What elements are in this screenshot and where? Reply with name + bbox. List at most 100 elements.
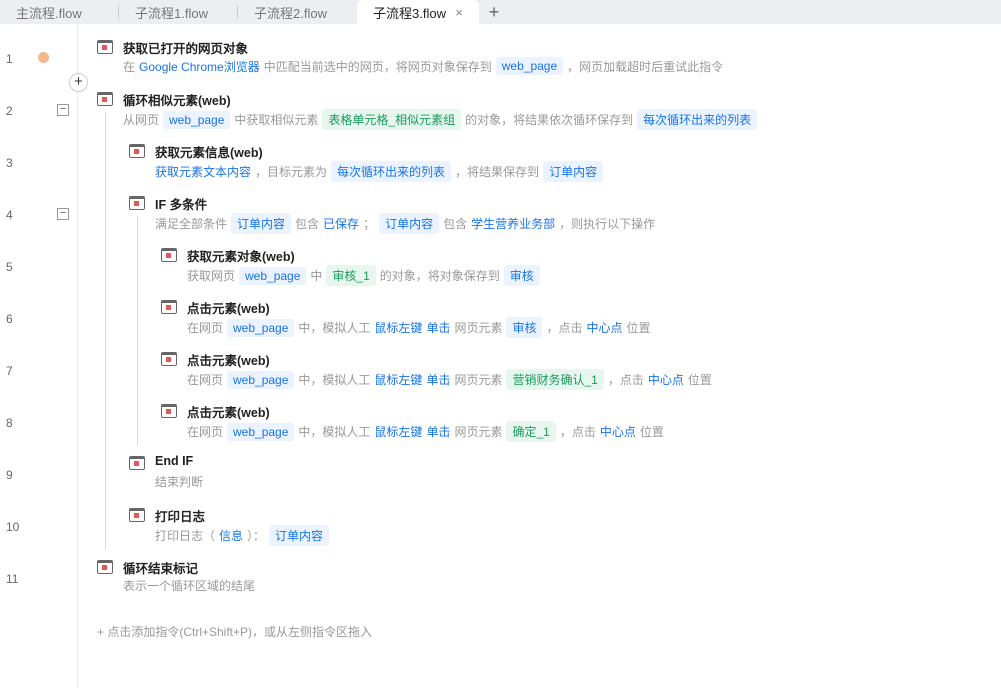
step-description: 在网页 web_page 中，模拟人工 鼠标左键 单击 网页元素 确定_1 ，点击 中心点 位置 [187, 421, 668, 442]
desc-text: 网页元素 [454, 373, 503, 387]
param-link[interactable]: 学生营养业务部 [471, 215, 555, 232]
tab-main-flow[interactable]: 主流程.flow [0, 0, 119, 24]
flow-step[interactable]: 点击元素(web) 在网页 web_page 中，模拟人工 鼠标左键 单击 网页元素 营销财务… [161, 352, 961, 400]
collapse-button[interactable]: − [57, 208, 69, 220]
collapse-button[interactable]: − [57, 104, 69, 116]
desc-text: ，点击 [546, 321, 583, 335]
param-link[interactable]: 单击 [426, 371, 450, 388]
step-icon [129, 508, 145, 522]
step-icon [161, 300, 177, 314]
variable-chip[interactable]: web_page [163, 110, 231, 129]
param-link[interactable]: 中心点 [587, 319, 623, 336]
flow-step[interactable]: End IF 结束判断 [129, 454, 929, 504]
step-icon [161, 352, 177, 366]
param-link[interactable]: 中心点 [600, 423, 636, 440]
variable-chip[interactable]: 表格单元格_相似元素组 [322, 109, 462, 130]
step-description: 在网页 web_page 中，模拟人工 鼠标左键 单击 网页元素 审核 ，点击 中心点 位置 [187, 317, 655, 338]
variable-chip[interactable]: 订单内容 [379, 213, 440, 234]
variable-chip[interactable]: 审核 [506, 317, 543, 338]
desc-text: 中，模拟人工 [298, 321, 371, 335]
add-instruction-hint[interactable]: + 点击添加指令(Ctrl+Shift+P)，或从左侧指令区拖入 [97, 623, 372, 640]
param-link[interactable]: 获取元素文本内容 [155, 163, 251, 180]
desc-text: 包含 [295, 217, 320, 231]
variable-chip[interactable]: web_page [227, 318, 295, 337]
desc-text: 中，模拟人工 [298, 425, 371, 439]
variable-chip[interactable]: 营销财务确认_1 [506, 369, 604, 390]
step-icon [129, 144, 145, 158]
flow-step[interactable]: 获取元素对象(web) 获取网页 web_page 中审核_1 的对象，将对象保存到 审核 [161, 248, 961, 296]
step-title: IF 多条件 [155, 198, 208, 212]
step-icon [97, 40, 113, 54]
step-description: 满足全部条件 订单内容 包含 已保存；订单内容 包含 学生营养业务部 ，则执行以下操作 [155, 213, 659, 234]
step-description: 表示一个循环区域的结尾 [123, 577, 259, 594]
tab-bar: 主流程.flow 子流程1.flow 子流程2.flow 子流程3.flow × … [0, 0, 1001, 24]
tab-subflow-2[interactable]: 子流程2.flow [238, 0, 357, 24]
flow-step[interactable]: 打印日志 打印日志（ 信息 ）： 订单内容 [129, 508, 929, 556]
variable-chip[interactable]: web_page [227, 422, 295, 441]
desc-text: 中匹配当前选中的网页，将网页对象保存到 [263, 59, 492, 74]
flow-step[interactable]: IF 多条件 满足全部条件 订单内容 包含 已保存；订单内容 包含 学生营养业务部 ，则执行以… [129, 196, 929, 244]
variable-chip[interactable]: 订单内容 [543, 161, 604, 182]
step-title: 打印日志 [155, 510, 206, 524]
step-icon [129, 456, 145, 470]
param-link[interactable]: 单击 [426, 319, 450, 336]
param-link[interactable]: 已保存 [323, 215, 359, 232]
variable-chip[interactable]: 订单内容 [269, 525, 330, 546]
step-icon [97, 92, 113, 106]
step-icon [161, 404, 177, 418]
variable-chip[interactable]: 确定_1 [506, 421, 556, 442]
step-title: 获取元素对象(web) [187, 250, 295, 264]
variable-chip[interactable]: 审核_1 [326, 265, 376, 286]
desc-text: 的对象，将对象保存到 [379, 269, 500, 283]
insert-step-button[interactable]: + [69, 73, 88, 92]
line-number: 10 [6, 520, 20, 534]
desc-text: 打印日志（ [155, 529, 216, 543]
tab-subflow-3[interactable]: 子流程3.flow × [357, 0, 479, 24]
desc-text: 位置 [626, 321, 651, 335]
step-title: 点击元素(web) [187, 406, 270, 420]
param-link[interactable]: 信息 [219, 527, 243, 544]
variable-chip[interactable]: 审核 [503, 265, 540, 286]
desc-text: ，点击 [559, 425, 596, 439]
desc-text: ，将结果保存到 [455, 165, 540, 179]
step-description: 在网页 web_page 中，模拟人工 鼠标左键 单击 网页元素 营销财务确认_1 ，点击 中心… [187, 369, 716, 390]
variable-chip[interactable]: 每次循环出来的列表 [637, 109, 758, 130]
step-title: 获取已打开的网页对象 [123, 42, 249, 56]
close-icon[interactable]: × [455, 5, 463, 20]
desc-text: ，网页加载超时后重试此指令 [567, 59, 724, 74]
flow-step[interactable]: 点击元素(web) 在网页 web_page 中，模拟人工 鼠标左键 单击 网页元素 确定_1… [161, 404, 961, 452]
variable-chip[interactable]: 订单内容 [231, 213, 292, 234]
line-gutter [0, 24, 78, 688]
if-guide-line [137, 216, 138, 446]
flow-step[interactable]: 点击元素(web) 在网页 web_page 中，模拟人工 鼠标左键 单击 网页元素 审核 ，点… [161, 300, 961, 348]
flow-step[interactable]: 获取已打开的网页对象在 Google Chrome浏览器 中匹配当前选中的网页，将网… [97, 40, 897, 88]
desc-text: ，目标元素为 [255, 165, 328, 179]
breakpoint-dot[interactable] [38, 52, 49, 63]
line-number: 8 [6, 416, 13, 430]
tab-label: 子流程1.flow [135, 5, 208, 21]
add-tab-button[interactable]: + [479, 2, 509, 23]
desc-text: 网页元素 [454, 425, 503, 439]
param-link[interactable]: Google Chrome浏览器 [139, 58, 260, 75]
flow-step[interactable]: 循环结束标记 表示一个循环区域的结尾 [97, 560, 897, 608]
param-link[interactable]: 单击 [426, 423, 450, 440]
flow-step[interactable]: 循环相似元素(web) 从网页 web_page 中获取相似元素 表格单元格_相似元素组… [97, 92, 897, 140]
line-number: 5 [6, 260, 13, 274]
variable-chip[interactable]: web_page [227, 370, 295, 389]
desc-text: 从网页 [123, 113, 160, 127]
desc-text: 的对象，将结果依次循环保存到 [465, 113, 634, 127]
desc-text: 中，模拟人工 [298, 373, 371, 387]
desc-text: 中获取相似元素 [234, 113, 319, 127]
tab-subflow-1[interactable]: 子流程1.flow [119, 0, 238, 24]
desc-text: 中 [310, 269, 323, 283]
variable-chip[interactable]: web_page [495, 57, 564, 75]
param-link[interactable]: 鼠标左键 [374, 423, 422, 440]
flow-step[interactable]: 获取元素信息(web) 获取元素文本内容 ，目标元素为 每次循环出来的列表 ，将结果保存… [129, 144, 929, 192]
param-link[interactable]: 鼠标左键 [374, 371, 422, 388]
param-link[interactable]: 鼠标左键 [374, 319, 422, 336]
param-link[interactable]: 中心点 [648, 371, 684, 388]
variable-chip[interactable]: 每次循环出来的列表 [331, 161, 452, 182]
desc-text: 位置 [687, 373, 712, 387]
variable-chip[interactable]: web_page [239, 266, 307, 285]
desc-text: ； [363, 217, 376, 231]
